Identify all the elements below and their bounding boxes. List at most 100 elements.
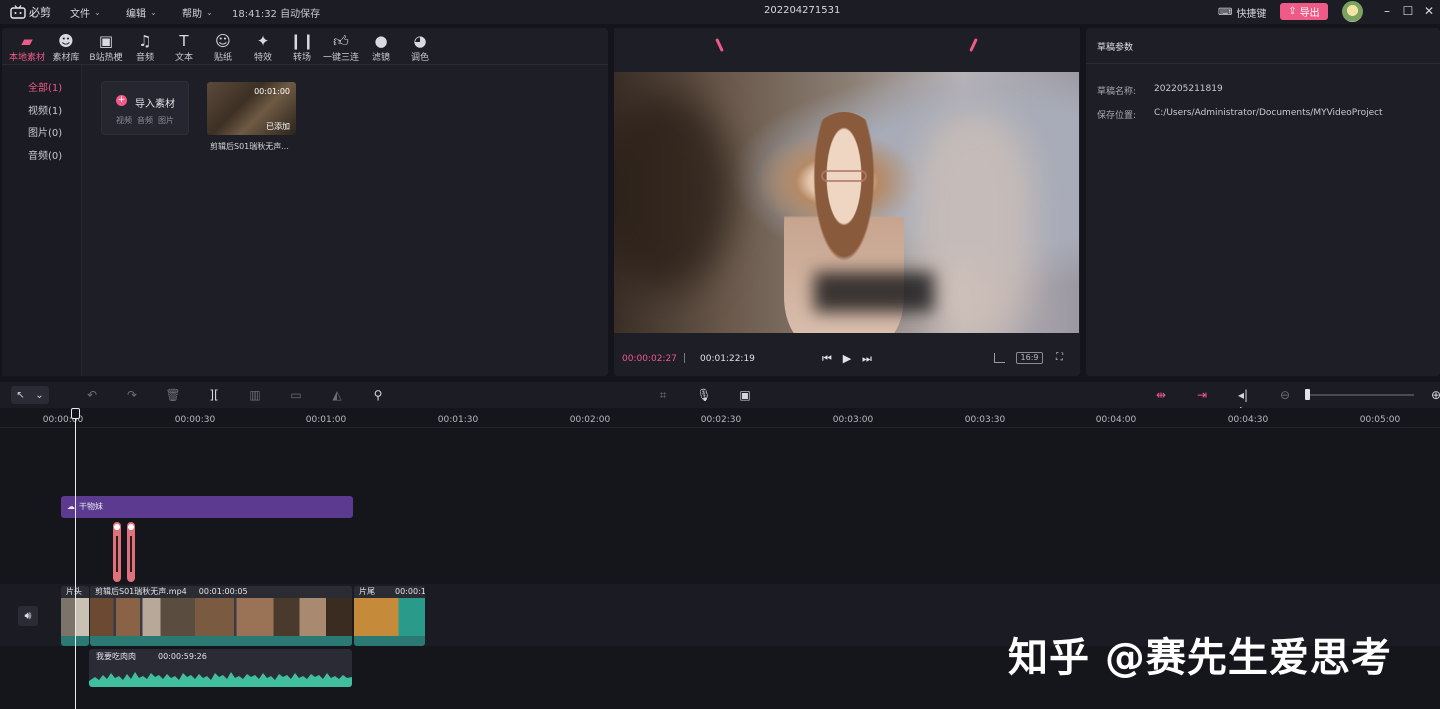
ruler-tick: 00:01:00 <box>305 415 347 425</box>
type-video: 视频 <box>116 116 132 125</box>
outro-clip[interactable]: 片尾 00:00:1 <box>354 586 425 646</box>
split-icon[interactable]: ][ <box>206 388 222 402</box>
delete-icon[interactable]: 🗑︎ <box>165 388 181 402</box>
magnet-snap-icon[interactable]: ⇹ <box>1153 388 1169 402</box>
mirror-icon[interactable]: ◭ <box>329 388 345 402</box>
shortcut-button[interactable]: ⌨ 快捷键 <box>1218 5 1266 20</box>
aspect-ratio-button[interactable]: 16:9 <box>1016 352 1043 364</box>
audio-clip-header: 我要吃肉肉 00:00:59:26 <box>96 651 207 662</box>
tab-bilibili-memes[interactable]: ▣ B站热梗 <box>87 32 125 64</box>
category-video[interactable]: 视频(1) <box>28 102 62 117</box>
skip-forward-icon[interactable]: ⏭ <box>860 352 874 366</box>
skip-back-icon[interactable]: ⏮ <box>820 352 834 366</box>
maximize-icon[interactable]: ☐ <box>1401 4 1415 18</box>
audio-clip[interactable]: 我要吃肉肉 00:00:59:26 <box>89 649 352 687</box>
video-preview[interactable] <box>614 72 1079 333</box>
timeline-toolbar: ↖⌄ ↶ ↷ 🗑︎ ][ ▥ ▭ ◭ ⚲ ⌗ 🎙︎ ▣ ⇹ ⇥ ◂|▸ ⊖ ⊕ <box>0 382 1440 416</box>
audio-clip-name: 我要吃肉肉 <box>96 652 136 661</box>
total-time: 00:01:22:19 <box>700 354 755 364</box>
playhead-handle[interactable] <box>71 408 80 419</box>
tab-transition[interactable]: ❙❙ 转场 <box>283 32 321 64</box>
cursor-icon: ↖ <box>16 389 25 401</box>
zoom-out-icon[interactable]: ⊖ <box>1277 388 1293 402</box>
avatar[interactable] <box>1342 1 1363 22</box>
preview-panel: 00:00:02:27 00:01:22:19 ⏮ ▶ ⏭ 16:9 ⛶ <box>614 28 1080 376</box>
smart-caption-icon[interactable]: ⌗ <box>655 388 671 402</box>
keyboard-icon: ⌨ <box>1218 7 1233 18</box>
tab-color-grade[interactable]: ◕ 调色 <box>401 32 439 64</box>
play-icon[interactable]: ▶ <box>840 352 854 365</box>
export-label: 导出 <box>1299 8 1320 19</box>
text-clip-label: 干物妹 <box>79 502 103 511</box>
select-tool-dropdown[interactable]: ↖ ⌄ <box>11 386 49 404</box>
ruler-tick: 00:01:30 <box>437 415 479 425</box>
type-image: 图片 <box>158 116 174 125</box>
text-icon: T <box>179 32 189 50</box>
microphone-icon[interactable]: 🎙︎ <box>696 388 712 402</box>
chevron-down-icon: ⌄ <box>35 389 44 401</box>
outro-clip-header: 片尾 00:00:1 <box>354 586 425 598</box>
tab-effects[interactable]: ✦ 特效 <box>244 32 282 64</box>
tab-label: 素材库 <box>52 53 80 63</box>
preview-header <box>614 28 1080 64</box>
media-panel: ▰ 本地素材 ☻ 素材库 ▣ B站热梗 ♫ 音频 T 文本 ☺ 贴纸 ✦ 特效 ❙❙ 转场 👍︎… <box>2 28 608 376</box>
menu-help[interactable]: 帮助 ⌄ <box>182 5 213 20</box>
tab-audio[interactable]: ♫ 音频 <box>126 32 164 64</box>
main-clip-duration: 00:01:00:05 <box>198 587 248 596</box>
import-label: 导入素材 <box>135 99 175 110</box>
ghost-icon: ☻ <box>58 32 74 50</box>
palette-icon: ◕ <box>413 32 427 50</box>
tab-local-media[interactable]: ▰ 本地素材 <box>8 32 46 64</box>
freeze-frame-icon[interactable]: ▥ <box>247 388 263 402</box>
crop-icon[interactable] <box>994 353 1005 363</box>
ruler-tick: 00:04:00 <box>1095 415 1137 425</box>
ruler-tick: 00:03:30 <box>964 415 1006 425</box>
zoom-in-icon[interactable]: ⊕ <box>1428 388 1440 402</box>
main-video-clip[interactable]: 剪辑后S01瑞秋无声.mp4 00:01:00:05 <box>90 586 352 646</box>
tab-material-library[interactable]: ☻ 素材库 <box>47 32 85 64</box>
close-icon[interactable]: ✕ <box>1422 4 1436 18</box>
menu-edit[interactable]: 编辑 ⌄ <box>126 5 157 20</box>
category-all[interactable]: 全部(1) <box>28 79 62 94</box>
chevron-down-icon: ⌄ <box>150 8 157 17</box>
category-image[interactable]: 图片(0) <box>28 124 62 139</box>
redo-icon[interactable]: ↷ <box>124 388 140 402</box>
tab-triple-like[interactable]: 👍︎ 一键三连 <box>322 32 360 64</box>
effect-clip[interactable] <box>113 522 121 582</box>
ruler-tick: 00:00:30 <box>174 415 216 425</box>
ruler-tick: 00:03:00 <box>832 415 874 425</box>
shortcut-label: 快捷键 <box>1236 9 1267 20</box>
zoom-slider-track[interactable] <box>1306 394 1414 396</box>
linkage-icon[interactable]: ⇥ <box>1194 388 1210 402</box>
playhead-line[interactable] <box>75 408 76 709</box>
fullscreen-icon[interactable]: ⛶ <box>1056 352 1067 363</box>
tab-text[interactable]: T 文本 <box>165 32 203 64</box>
zoom-slider-handle[interactable] <box>1305 389 1310 400</box>
thumbs-up-icon: 👍︎ <box>333 31 349 50</box>
text-track-clip[interactable]: ☁ 干物妹 <box>61 496 353 518</box>
camera-record-icon[interactable]: ▣ <box>737 388 753 402</box>
track-audio-toggle[interactable]: 🔊︎ <box>18 606 38 626</box>
tab-label: 转场 <box>292 53 311 63</box>
undo-icon[interactable]: ↶ <box>84 388 100 402</box>
tab-sticker[interactable]: ☺ 贴纸 <box>204 32 242 64</box>
effect-clip[interactable] <box>127 522 135 582</box>
chevron-down-icon: ⌄ <box>94 8 101 17</box>
menu-file[interactable]: 文件 ⌄ <box>70 5 101 20</box>
tab-filter[interactable]: ● 滤镜 <box>362 32 400 64</box>
outro-clip-frames <box>354 598 425 636</box>
pin-icon[interactable]: ⚲ <box>370 388 386 402</box>
tab-label: 文本 <box>174 53 193 63</box>
category-audio[interactable]: 音频(0) <box>28 147 62 162</box>
main-clip-name: 剪辑后S01瑞秋无声.mp4 <box>95 587 187 596</box>
center-split-icon[interactable]: ◂|▸ <box>1235 388 1251 416</box>
media-clip-thumbnail[interactable]: 00:01:00 已添加 <box>207 82 296 135</box>
minimize-icon[interactable]: – <box>1380 4 1394 18</box>
export-button[interactable]: ⇪ 导出 <box>1280 3 1328 20</box>
effect-bar <box>130 536 132 572</box>
tab-label: 调色 <box>410 53 429 63</box>
import-media-button[interactable]: + 导入素材 视频 音频 图片 <box>101 81 189 135</box>
draft-name-label: 草稿名称: <box>1097 87 1137 97</box>
audio-clip-duration: 00:00:59:26 <box>158 652 207 661</box>
crop-frame-icon[interactable]: ▭ <box>288 388 304 402</box>
